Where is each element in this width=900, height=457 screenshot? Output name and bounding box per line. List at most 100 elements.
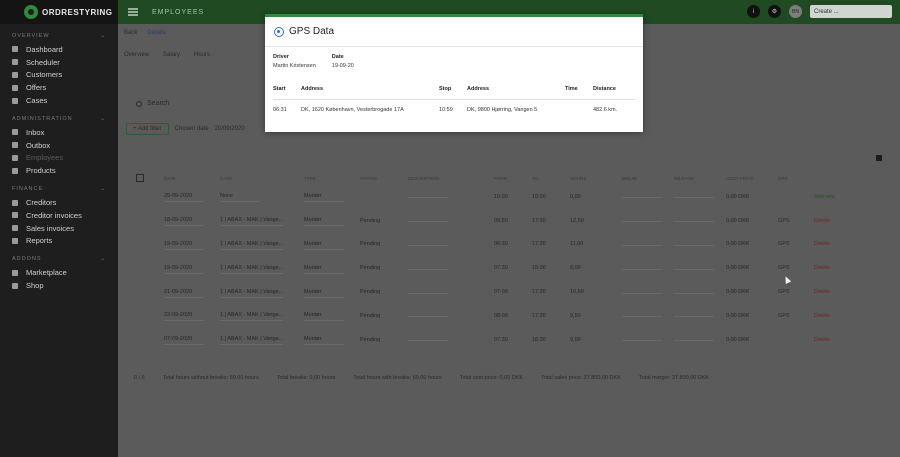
to-input[interactable]: 17:30	[532, 289, 546, 295]
col-date[interactable]: DATE	[164, 171, 220, 185]
case-select[interactable]: 1 | ABAX - MAK | Vange...	[220, 215, 284, 227]
type-select[interactable]: Montør	[304, 191, 344, 203]
date-input[interactable]: 19-09-2020	[164, 263, 204, 274]
search-input[interactable]: Search	[136, 100, 169, 107]
mileage-input[interactable]	[674, 265, 714, 270]
sidebar-item-employees[interactable]: Employees	[0, 152, 118, 165]
delete-button[interactable]: Delete	[814, 241, 830, 247]
tab-overview[interactable]: Overview	[124, 52, 149, 58]
delete-button[interactable]: Delete	[814, 337, 830, 343]
description-input[interactable]	[408, 336, 448, 342]
brand[interactable]: ORDRESTYRING	[0, 0, 118, 24]
col-from[interactable]: FROM	[494, 171, 532, 185]
gps-link[interactable]: GPS	[778, 265, 790, 271]
sidebar-item-reports[interactable]: Reports	[0, 235, 118, 248]
mileage-input[interactable]	[674, 312, 714, 318]
case-select[interactable]: None	[220, 191, 260, 203]
description-input[interactable]	[408, 312, 448, 318]
sidebar-item-products[interactable]: Products	[0, 164, 118, 177]
case-select[interactable]: 1 | ABAX - MAK | Vange...	[220, 239, 284, 250]
col-break[interactable]: BREAK	[622, 171, 674, 185]
col-to[interactable]: TO	[532, 171, 570, 185]
sidebar-item-creditors[interactable]: Creditors	[0, 196, 118, 209]
to-input[interactable]: 15:30	[532, 265, 546, 271]
col-cost-price[interactable]: COST PRICE	[726, 171, 778, 185]
description-input[interactable]	[408, 289, 448, 294]
sidebar-item-marketplace[interactable]: Marketplace	[0, 266, 118, 279]
to-input[interactable]: 17:30	[532, 313, 546, 319]
sidebar-item-scheduler[interactable]: Scheduler	[0, 56, 118, 69]
sidebar-section-addons[interactable]: ADDONS ⌄	[0, 256, 118, 262]
mileage-input[interactable]	[674, 217, 714, 223]
sidebar-item-creditor-invoices[interactable]: Creditor invoices	[0, 209, 118, 222]
description-input[interactable]	[408, 265, 448, 270]
sidebar-item-offers[interactable]: Offers	[0, 81, 118, 94]
delete-button[interactable]: Delete	[814, 313, 830, 319]
case-select[interactable]: 1 | ABAX - MAK | Vange...	[220, 263, 284, 274]
details-link[interactable]: Details	[147, 30, 165, 36]
gps-link[interactable]: GPS	[778, 241, 790, 247]
mileage-input[interactable]	[674, 193, 714, 199]
break-input[interactable]	[622, 265, 662, 270]
to-input[interactable]: 17:30	[532, 241, 546, 247]
from-input[interactable]: 08:00	[494, 313, 508, 319]
col-gps[interactable]: GPS	[778, 171, 814, 185]
gps-link[interactable]: GPS	[778, 218, 790, 224]
avatar[interactable]: BN	[789, 5, 802, 18]
col-case[interactable]: CASE	[220, 171, 304, 185]
date-input[interactable]: 07-09-2020	[164, 334, 204, 346]
sidebar-item-sales-invoices[interactable]: Sales invoices	[0, 222, 118, 235]
sidebar-item-shop[interactable]: Shop	[0, 279, 118, 292]
sidebar-section-finance[interactable]: FINANCE ⌄	[0, 186, 118, 192]
description-input[interactable]	[408, 193, 448, 199]
gear-icon[interactable]: ⚙	[768, 5, 781, 18]
type-select[interactable]: Montør	[304, 215, 344, 227]
back-button[interactable]: Back	[124, 30, 137, 36]
tab-hours[interactable]: Hours	[194, 52, 210, 58]
add-filter-button[interactable]: + Add filter	[126, 123, 169, 135]
col-mileage[interactable]: MILEAGE	[674, 171, 726, 185]
sidebar-section-overview[interactable]: OVERVIEW ⌄	[0, 33, 118, 39]
date-input[interactable]: 21-09-2020	[164, 287, 204, 298]
col-status[interactable]: STATUS	[360, 171, 408, 185]
date-input[interactable]: 25-09-2020	[164, 191, 204, 203]
delete-button[interactable]: Delete	[814, 265, 830, 271]
gps-link[interactable]: GPS	[778, 313, 790, 319]
from-input[interactable]: 06:30	[494, 241, 508, 247]
sidebar-item-customers[interactable]: Customers	[0, 69, 118, 82]
break-input[interactable]	[622, 289, 662, 294]
delete-button[interactable]: Delete	[814, 289, 830, 295]
mileage-input[interactable]	[674, 241, 714, 246]
from-input[interactable]: 07:30	[494, 337, 508, 343]
select-all-checkbox[interactable]	[136, 173, 144, 182]
sidebar-item-outbox[interactable]: Outbox	[0, 139, 118, 152]
date-input[interactable]: 22-09-2020	[164, 310, 204, 322]
mileage-input[interactable]	[674, 289, 714, 294]
from-input[interactable]: 09:50	[494, 218, 508, 224]
chosen-date-value[interactable]: 20/09/2020	[215, 126, 245, 132]
type-select[interactable]: Montør	[304, 239, 344, 250]
break-input[interactable]	[622, 217, 662, 223]
columns-settings-icon[interactable]	[876, 155, 882, 161]
type-select[interactable]: Montør	[304, 287, 344, 298]
type-select[interactable]: Montør	[304, 263, 344, 274]
to-input[interactable]: 10:00	[532, 194, 546, 200]
col-type[interactable]: TYPE	[304, 171, 360, 185]
description-input[interactable]	[408, 217, 448, 223]
date-input[interactable]: 19-09-2020	[164, 239, 204, 250]
from-input[interactable]: 07:30	[494, 265, 508, 271]
case-select[interactable]: 1 | ABAX - MAK | Vange...	[220, 287, 284, 298]
help-icon[interactable]: i	[747, 5, 760, 18]
description-input[interactable]	[408, 241, 448, 246]
delete-button[interactable]: Delete	[814, 218, 830, 224]
sidebar-item-dashboard[interactable]: Dashboard	[0, 43, 118, 56]
col-description[interactable]: DESCRIPTION	[408, 171, 494, 185]
from-input[interactable]: 10:00	[494, 194, 508, 200]
type-select[interactable]: Montør	[304, 334, 344, 346]
tab-salary[interactable]: Salary	[163, 52, 180, 58]
mileage-input[interactable]	[674, 336, 714, 342]
sidebar-section-administration[interactable]: ADMINISTRATION ⌄	[0, 116, 118, 122]
type-select[interactable]: Montør	[304, 310, 344, 322]
from-input[interactable]: 07:00	[494, 289, 508, 295]
case-select[interactable]: 1 | ABAX - MAK | Vange...	[220, 310, 284, 322]
